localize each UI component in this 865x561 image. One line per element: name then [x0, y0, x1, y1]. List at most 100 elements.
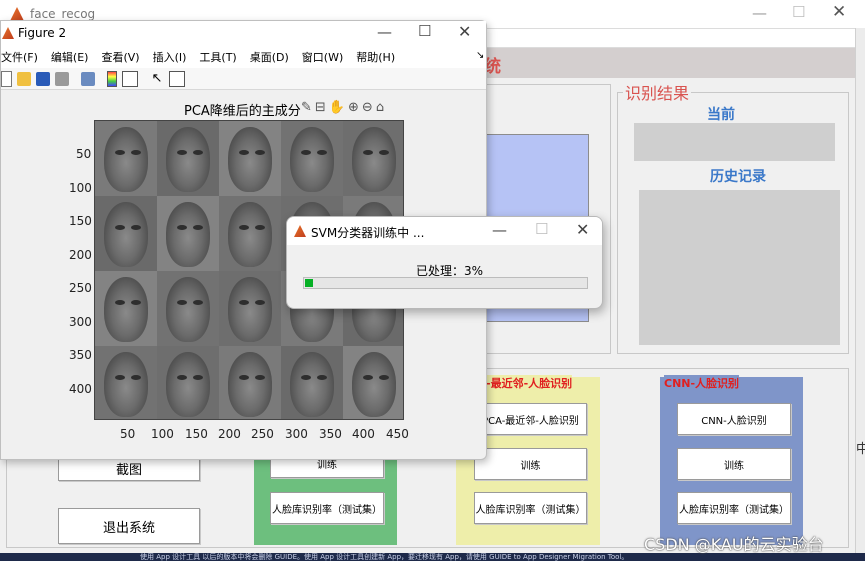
- progress-title-bar: SVM分类器训练中 ... — ☐ ✕: [287, 217, 602, 245]
- save-icon[interactable]: [36, 71, 50, 86]
- print-icon[interactable]: [55, 71, 69, 86]
- zoom-in-icon[interactable]: ⊕: [348, 100, 359, 115]
- pan-icon[interactable]: ✋: [329, 100, 345, 115]
- eigenface-tile: [95, 121, 157, 196]
- x-tick: 100: [151, 427, 174, 441]
- eigenface-eye: [176, 149, 187, 155]
- eigenface-eye: [130, 149, 141, 155]
- eigenface-tile: [157, 196, 219, 271]
- eigenface-eye: [176, 299, 187, 305]
- open-folder-icon[interactable]: [17, 71, 31, 86]
- history-label: 历史记录: [710, 169, 766, 185]
- x-tick: 200: [218, 427, 241, 441]
- eigenface-shape: [289, 127, 335, 192]
- eigenface-shape: [103, 277, 149, 342]
- x-tick: 150: [185, 427, 208, 441]
- eigenface-eye: [378, 374, 389, 380]
- eigenface-eye: [192, 299, 203, 305]
- home-icon[interactable]: ⌂: [376, 100, 384, 115]
- legend-icon[interactable]: [122, 70, 138, 87]
- eigenface-shape: [351, 127, 397, 192]
- pointer-icon[interactable]: ↖: [150, 71, 164, 86]
- watermark-text: CSDN @KAU的云实验台: [644, 535, 824, 554]
- eigenface-tile: [95, 271, 157, 346]
- y-tick: 300: [69, 315, 92, 329]
- main-close-button[interactable]: ✕: [832, 4, 846, 21]
- eigenface-tile: [157, 346, 219, 419]
- main-minimize-button[interactable]: —: [752, 6, 767, 21]
- figure-title-bar: Figure 2 — ☐ ✕: [1, 21, 486, 46]
- x-tick: 450: [386, 427, 409, 441]
- menu-insert[interactable]: 插入(I): [153, 49, 187, 65]
- eigenface-tile: [281, 121, 343, 196]
- figure-maximize-button[interactable]: ☐: [418, 24, 431, 39]
- eigenface-eye: [176, 374, 187, 380]
- y-tick: 200: [69, 248, 92, 262]
- eigenface-eye: [238, 149, 249, 155]
- menu-desktop[interactable]: 桌面(D): [250, 49, 289, 65]
- menu-window[interactable]: 窗口(W): [302, 49, 343, 65]
- pca-nn-accuracy-button[interactable]: 人脸库识别率（测试集）: [474, 492, 587, 524]
- eigenface-eye: [114, 374, 125, 380]
- eigenface-eye: [114, 299, 125, 305]
- x-tick: 400: [352, 427, 375, 441]
- figure-close-button[interactable]: ✕: [458, 24, 471, 40]
- progress-bar-fill: [305, 279, 313, 287]
- new-file-icon[interactable]: [1, 70, 12, 87]
- colorbar-icon[interactable]: [107, 70, 117, 87]
- svm-accuracy-button[interactable]: 人脸库识别率（测试集）: [270, 492, 384, 524]
- right-edge-char: 中: [856, 442, 865, 457]
- eigenface-eye: [192, 374, 203, 380]
- eigenface-shape: [103, 127, 149, 192]
- eigenface-eye: [300, 374, 311, 380]
- property-icon[interactable]: [169, 70, 185, 87]
- eigenface-tile: [219, 121, 281, 196]
- eigenface-eye: [130, 299, 141, 305]
- x-tick: 300: [285, 427, 308, 441]
- progress-maximize-button[interactable]: ☐: [535, 222, 548, 237]
- cnn-accuracy-button[interactable]: 人脸库识别率（测试集）: [677, 492, 791, 524]
- y-tick: 50: [76, 147, 92, 161]
- pca-nn-recog-button[interactable]: PCA-最近邻-人脸识别: [474, 403, 587, 435]
- eigenface-tile: [219, 346, 281, 419]
- eigenface-eye: [114, 224, 125, 230]
- brush-icon[interactable]: ✎: [301, 100, 312, 115]
- eigenface-shape: [289, 352, 335, 417]
- menu-help[interactable]: 帮助(H): [356, 49, 395, 65]
- exit-system-button[interactable]: 退出系统: [58, 508, 200, 544]
- main-window-title: face_recog: [30, 7, 96, 21]
- x-tick: 350: [319, 427, 342, 441]
- data-tips-icon[interactable]: ⊟: [315, 100, 326, 115]
- axes-toolbar: ✎ ⊟ ✋ ⊕ ⊖ ⌂: [301, 100, 384, 115]
- menu-tools[interactable]: 工具(T): [199, 49, 236, 65]
- eigenface-eye: [254, 224, 265, 230]
- figure-minimize-button[interactable]: —: [377, 25, 392, 40]
- menu-edit[interactable]: 编辑(E): [51, 49, 89, 65]
- cnn-panel-title: CNN-人脸识别: [664, 375, 740, 391]
- zoom-out-icon[interactable]: ⊖: [362, 100, 373, 115]
- eigenface-shape: [227, 352, 273, 417]
- y-tick: 150: [69, 214, 92, 228]
- eigenface-tile: [343, 346, 403, 419]
- eigenface-eye: [254, 374, 265, 380]
- progress-minimize-button[interactable]: —: [492, 223, 507, 238]
- link-icon[interactable]: [81, 71, 95, 86]
- eigenface-eye: [362, 374, 373, 380]
- menu-dock-arrow-icon[interactable]: ↘: [476, 50, 484, 61]
- cnn-recog-button[interactable]: CNN-人脸识别: [677, 403, 791, 435]
- current-result-box: [634, 123, 835, 161]
- menu-view[interactable]: 查看(V): [101, 49, 139, 65]
- eigenface-tile: [157, 121, 219, 196]
- eigenface-shape: [103, 352, 149, 417]
- eigenface-eye: [238, 224, 249, 230]
- eigenface-eye: [192, 149, 203, 155]
- cnn-train-button[interactable]: 训练: [677, 448, 791, 480]
- progress-close-button[interactable]: ✕: [576, 222, 589, 238]
- history-result-box: [639, 190, 840, 345]
- main-maximize-button[interactable]: ☐: [792, 5, 805, 20]
- menu-file[interactable]: 文件(F): [1, 49, 38, 65]
- eigenface-eye: [254, 299, 265, 305]
- pca-nn-train-button[interactable]: 训练: [474, 448, 587, 480]
- eigenface-shape: [103, 202, 149, 267]
- eigenface-shape: [165, 352, 211, 417]
